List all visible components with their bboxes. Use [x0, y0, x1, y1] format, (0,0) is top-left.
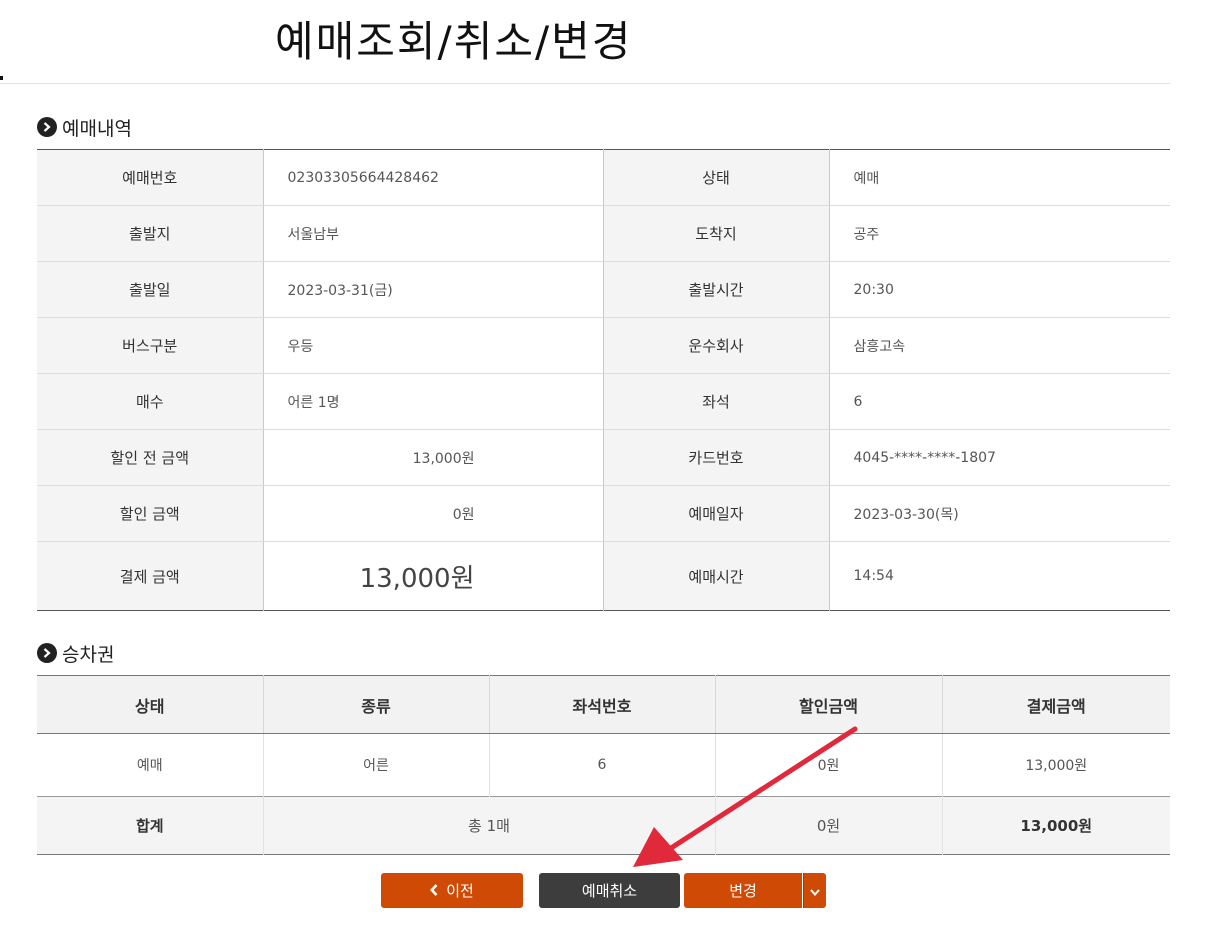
table-row: 출발지 서울남부 도착지 공주	[37, 205, 1170, 262]
value-discount-amount: 0원	[263, 485, 604, 542]
value-ticket-count: 어른 1명	[263, 373, 604, 430]
prev-button-label: 이전	[446, 882, 474, 900]
title-divider	[0, 83, 1170, 84]
value-booking-time: 14:54	[853, 568, 894, 584]
value-booking-date: 2023-03-30(목)	[829, 485, 1170, 542]
total-discount: 0원	[715, 796, 943, 855]
cancel-booking-button[interactable]: 예매취소	[539, 873, 680, 908]
label-booking-time: 예매시간	[603, 541, 830, 611]
label-departure-date: 출발일	[37, 261, 264, 318]
chevron-down-icon	[810, 882, 820, 900]
ticket-table: 상태 종류 좌석번호 할인금액 결제금액 예매 어른 6 0원 13,000원 …	[37, 675, 1170, 855]
cell-payment: 13,000원	[1025, 758, 1088, 774]
cell-type: 어른	[263, 733, 490, 797]
label-departure: 출발지	[37, 205, 264, 262]
section-title-booking: 예매내역	[37, 115, 132, 140]
chevron-right-circle-icon	[37, 643, 57, 663]
cell-seat-number: 6	[489, 733, 716, 797]
value-payment-amount: 13,000원	[263, 541, 604, 611]
label-departure-time: 출발시간	[603, 261, 830, 318]
table-row: 매수 어른 1명 좌석 6	[37, 373, 1170, 430]
col-header-discount: 할인금액	[715, 675, 943, 734]
edge-mark	[0, 76, 3, 80]
value-departure-time: 20:30	[829, 261, 1170, 318]
cell-discount: 0원	[715, 733, 943, 797]
change-booking-label: 변경	[729, 882, 757, 900]
label-booking-date: 예매일자	[603, 485, 830, 542]
col-header-type: 종류	[263, 675, 490, 734]
value-booking-number: 02303305664428462	[263, 149, 604, 206]
label-bus-class: 버스구분	[37, 317, 264, 374]
prev-button[interactable]: 이전	[381, 873, 523, 908]
value-status: 예매	[829, 149, 1170, 206]
value-price-before-discount: 13,000원	[263, 429, 604, 486]
table-row: 버스구분 우등 운수회사 삼흥고속	[37, 317, 1170, 374]
table-row: 예매 어른 6 0원 13,000원	[37, 733, 1170, 797]
section-title-ticket: 승차권	[37, 641, 115, 666]
cell-status: 예매	[37, 733, 264, 797]
change-dropdown-button[interactable]	[803, 873, 826, 908]
section-title-label: 승차권	[62, 643, 115, 666]
total-count: 총 1매	[263, 796, 716, 855]
label-payment-amount: 결제 금액	[37, 541, 264, 611]
col-header-status: 상태	[37, 675, 264, 734]
label-ticket-count: 매수	[37, 373, 264, 430]
table-row: 할인 금액 0원 예매일자 2023-03-30(목)	[37, 485, 1170, 542]
label-seat: 좌석	[603, 373, 830, 430]
table-row: 출발일 2023-03-31(금) 출발시간 20:30	[37, 261, 1170, 318]
change-booking-button[interactable]: 변경	[684, 873, 802, 908]
total-payment: 13,000원	[942, 796, 1170, 855]
value-arrival: 공주	[829, 205, 1170, 262]
table-header-row: 상태 종류 좌석번호 할인금액 결제금액	[37, 675, 1170, 734]
value-bus-company: 삼흥고속	[829, 317, 1170, 374]
booking-details-table: 예매번호 02303305664428462 상태 예매 출발지 서울남부 도착…	[37, 149, 1170, 611]
table-row: 결제 금액 13,000원 예매시간 14:54	[37, 541, 1170, 611]
page-title: 예매조회/취소/변경	[275, 17, 633, 66]
total-row: 합계 총 1매 0원 13,000원	[37, 796, 1170, 855]
col-header-seat-number: 좌석번호	[489, 675, 716, 734]
table-row: 예매번호 02303305664428462 상태 예매	[37, 149, 1170, 206]
label-bus-company: 운수회사	[603, 317, 830, 374]
value-departure: 서울남부	[263, 205, 604, 262]
total-label: 합계	[37, 796, 264, 855]
cancel-booking-label: 예매취소	[581, 882, 638, 900]
label-status: 상태	[603, 149, 830, 206]
label-arrival: 도착지	[603, 205, 830, 262]
chevron-right-circle-icon	[37, 117, 57, 137]
label-card-number: 카드번호	[603, 429, 830, 486]
value-seat: 6	[829, 373, 1170, 430]
chevron-left-icon	[430, 882, 438, 900]
label-booking-number: 예매번호	[37, 149, 264, 206]
section-title-label: 예매내역	[62, 117, 132, 140]
value-bus-class: 우등	[263, 317, 604, 374]
col-header-payment: 결제금액	[942, 675, 1170, 734]
value-card-number: 4045-****-****-1807	[829, 429, 1170, 486]
label-discount-amount: 할인 금액	[37, 485, 264, 542]
label-price-before-discount: 할인 전 금액	[37, 429, 264, 486]
value-departure-date: 2023-03-31(금)	[263, 261, 604, 318]
table-row: 할인 전 금액 13,000원 카드번호 4045-****-****-1807	[37, 429, 1170, 486]
